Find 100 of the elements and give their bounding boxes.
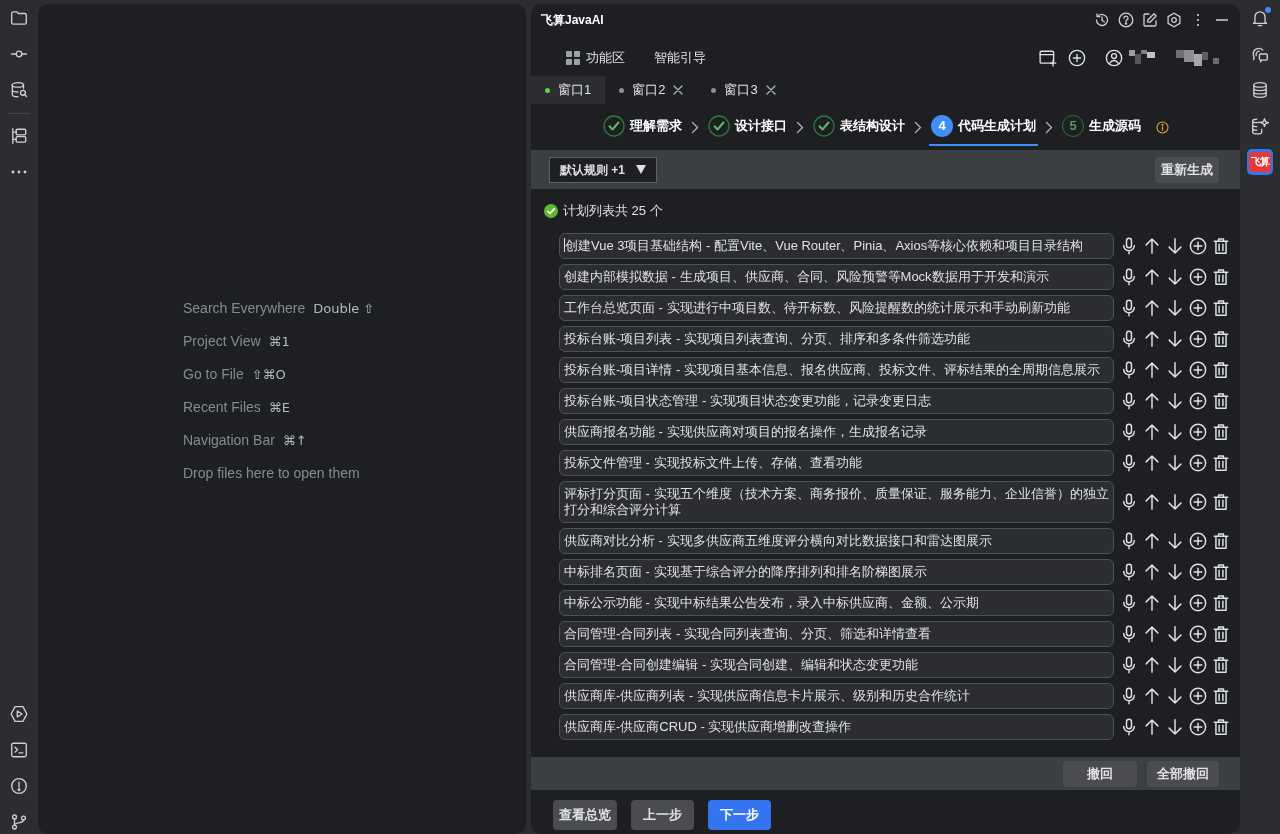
plan-item-field[interactable]: 工作台总览页面 - 实现进行中项目数、待开标数、风险提醒数的统计展示和手动刷新功能 <box>559 295 1114 321</box>
add-circle-icon[interactable] <box>1189 594 1207 612</box>
arrow-up-icon[interactable] <box>1143 563 1161 581</box>
plan-item-field[interactable]: 供应商报名功能 - 实现供应商对项目的报名操作，生成报名记录 <box>559 419 1114 445</box>
plan-item-field[interactable]: 评标打分页面 - 实现五个维度（技术方案、商务报价、质量保证、服务能力、企业信誉）的独立打分和综合评分计算 <box>559 481 1114 523</box>
add-circle-icon[interactable] <box>1189 625 1207 643</box>
microphone-icon[interactable] <box>1120 299 1138 317</box>
git-branch-icon[interactable] <box>10 813 28 831</box>
settings-icon[interactable] <box>1166 12 1182 28</box>
chat-bubbles-icon[interactable] <box>1251 45 1269 63</box>
microphone-icon[interactable] <box>1120 718 1138 736</box>
arrow-up-icon[interactable] <box>1143 330 1161 348</box>
arrow-down-icon[interactable] <box>1166 718 1184 736</box>
tab[interactable]: 窗口3 <box>697 76 790 104</box>
add-circle-icon[interactable] <box>1189 268 1207 286</box>
tab[interactable]: 窗口1 <box>531 76 606 104</box>
microphone-icon[interactable] <box>1120 268 1138 286</box>
arrow-down-icon[interactable] <box>1166 330 1184 348</box>
trash-icon[interactable] <box>1212 454 1230 472</box>
warning-icon[interactable] <box>10 777 28 795</box>
arrow-down-icon[interactable] <box>1166 532 1184 550</box>
close-icon[interactable] <box>673 85 684 95</box>
plan-item-field[interactable]: 投标文件管理 - 实现投标文件上传、存储、查看功能 <box>559 450 1114 476</box>
arrow-down-icon[interactable] <box>1166 625 1184 643</box>
microphone-icon[interactable] <box>1120 361 1138 379</box>
plan-item-field[interactable]: 供应商库-供应商CRUD - 实现供应商增删改查操作 <box>559 714 1114 740</box>
close-icon[interactable] <box>765 85 776 95</box>
more-vertical-icon[interactable] <box>1196 13 1200 27</box>
add-circle-icon[interactable] <box>1189 237 1207 255</box>
arrow-up-icon[interactable] <box>1143 625 1161 643</box>
add-circle-icon[interactable] <box>1189 299 1207 317</box>
arrow-up-icon[interactable] <box>1143 392 1161 410</box>
add-circle-icon[interactable] <box>1189 656 1207 674</box>
trash-icon[interactable] <box>1212 532 1230 550</box>
plan-item-field[interactable]: 供应商对比分析 - 实现多供应商五维度评分横向对比数据接口和雷达图展示 <box>559 528 1114 554</box>
add-circle-icon[interactable] <box>1189 563 1207 581</box>
add-circle-icon[interactable] <box>1189 330 1207 348</box>
plan-item-field[interactable]: 合同管理-合同创建编辑 - 实现合同创建、编辑和状态变更功能 <box>559 652 1114 678</box>
arrow-up-icon[interactable] <box>1143 718 1161 736</box>
microphone-icon[interactable] <box>1120 493 1138 511</box>
undo-button[interactable]: 撤回 <box>1063 760 1137 787</box>
database-search-icon[interactable] <box>10 81 28 99</box>
trash-icon[interactable] <box>1212 299 1230 317</box>
arrow-up-icon[interactable] <box>1143 299 1161 317</box>
step-tab[interactable]: 表结构设计 <box>811 108 907 146</box>
plugin-logo[interactable]: 飞算 <box>1249 152 1271 172</box>
plan-item-field[interactable]: 创建内部模拟数据 - 生成项目、供应商、合同、风险预警等Mock数据用于开发和演示 <box>559 264 1114 290</box>
trash-icon[interactable] <box>1212 423 1230 441</box>
step-tab[interactable]: 设计接口 <box>706 108 789 146</box>
plan-item-field[interactable]: 中标公示功能 - 实现中标结果公告发布，录入中标供应商、金额、公示期 <box>559 590 1114 616</box>
folder-icon[interactable] <box>10 9 28 27</box>
add-circle-icon[interactable] <box>1189 493 1207 511</box>
arrow-down-icon[interactable] <box>1166 237 1184 255</box>
trash-icon[interactable] <box>1212 563 1230 581</box>
database-sparkle-icon[interactable] <box>1251 117 1269 135</box>
microphone-icon[interactable] <box>1120 237 1138 255</box>
rules-dropdown[interactable]: 默认规则 +1 <box>549 156 657 183</box>
trash-icon[interactable] <box>1212 268 1230 286</box>
arrow-down-icon[interactable] <box>1166 594 1184 612</box>
add-circle-icon[interactable] <box>1189 687 1207 705</box>
trash-icon[interactable] <box>1212 330 1230 348</box>
plan-item-field[interactable]: 投标台账-项目列表 - 实现项目列表查询、分页、排序和多条件筛选功能 <box>559 326 1114 352</box>
arrow-down-icon[interactable] <box>1166 493 1184 511</box>
footer-button[interactable]: 下一步 <box>708 800 771 830</box>
step-tab[interactable]: 4 代码生成计划 <box>929 108 1038 146</box>
arrow-up-icon[interactable] <box>1143 532 1161 550</box>
microphone-icon[interactable] <box>1120 392 1138 410</box>
microphone-icon[interactable] <box>1120 625 1138 643</box>
microphone-icon[interactable] <box>1120 594 1138 612</box>
structure-icon[interactable] <box>10 127 28 145</box>
microphone-icon[interactable] <box>1120 454 1138 472</box>
arrow-up-icon[interactable] <box>1143 454 1161 472</box>
step-tab[interactable]: 5 生成源码 <box>1060 108 1143 146</box>
trash-icon[interactable] <box>1212 594 1230 612</box>
arrow-up-icon[interactable] <box>1143 237 1161 255</box>
plan-item-field[interactable]: 合同管理-合同列表 - 实现合同列表查询、分页、筛选和详情查看 <box>559 621 1114 647</box>
trash-icon[interactable] <box>1212 687 1230 705</box>
more-icon[interactable] <box>11 170 27 174</box>
step-tab[interactable]: 理解需求 <box>601 108 684 146</box>
arrow-down-icon[interactable] <box>1166 687 1184 705</box>
trash-icon[interactable] <box>1212 625 1230 643</box>
trash-icon[interactable] <box>1212 718 1230 736</box>
arrow-down-icon[interactable] <box>1166 392 1184 410</box>
plan-item-field[interactable]: 中标排名页面 - 实现基于综合评分的降序排列和排名阶梯图展示 <box>559 559 1114 585</box>
trash-icon[interactable] <box>1212 392 1230 410</box>
arrow-up-icon[interactable] <box>1143 361 1161 379</box>
microphone-icon[interactable] <box>1120 532 1138 550</box>
plan-item-field[interactable]: 投标台账-项目详情 - 实现项目基本信息、报名供应商、投标文件、评标结果的全周期信息展示 <box>559 357 1114 383</box>
add-circle-icon[interactable] <box>1189 454 1207 472</box>
undo-all-button[interactable]: 全部撤回 <box>1147 760 1219 787</box>
new-window-icon[interactable] <box>1039 49 1057 67</box>
edit-icon[interactable] <box>1142 12 1158 28</box>
arrow-down-icon[interactable] <box>1166 268 1184 286</box>
plan-item-field[interactable]: 供应商库-供应商列表 - 实现供应商信息卡片展示、级别和历史合作统计 <box>559 683 1114 709</box>
history-icon[interactable] <box>1094 12 1110 28</box>
add-circle-icon[interactable] <box>1189 392 1207 410</box>
trash-icon[interactable] <box>1212 361 1230 379</box>
help-icon[interactable] <box>1118 12 1134 28</box>
tab[interactable]: 窗口2 <box>605 76 698 104</box>
arrow-up-icon[interactable] <box>1143 423 1161 441</box>
